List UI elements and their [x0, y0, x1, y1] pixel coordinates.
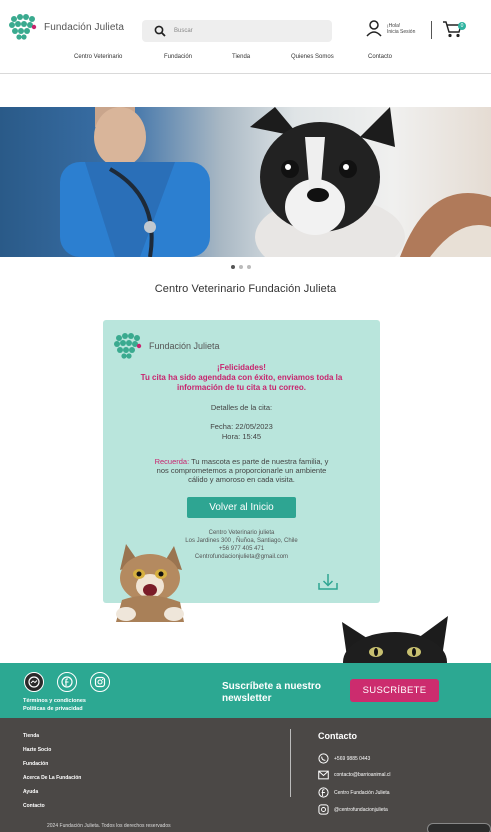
download-icon[interactable]: [317, 572, 339, 597]
instagram-icon: [318, 804, 329, 815]
page-title: Centro Veterinario Fundación Julieta: [154, 283, 337, 295]
main-nav: Centro Veterinario Fundación Tienda Quie…: [0, 54, 491, 66]
scroll-handle[interactable]: [427, 823, 491, 832]
hero-image: [60, 107, 491, 257]
newsletter-title-line-1: Suscríbete a nuestro: [222, 681, 321, 692]
footer-phone-text: +569 9885 0443: [334, 755, 371, 762]
terms-link[interactable]: Términos y condiciones: [23, 697, 86, 705]
carousel-dots: [231, 265, 251, 269]
mail-icon: [318, 770, 329, 780]
messenger-icon[interactable]: [24, 672, 44, 692]
user-account[interactable]: ¡Hola! Inicia Sesión: [366, 20, 415, 37]
footer-instagram[interactable]: @centrofundacionjulieta: [318, 804, 388, 815]
footer-links: Tienda Hazte Socio Fundación Acerca De L…: [23, 729, 81, 813]
paw-heart-logo-icon: [9, 14, 37, 40]
logo-text: Fundación Julieta: [44, 21, 125, 33]
card-logo: Fundación Julieta: [113, 332, 220, 360]
reminder-label: Recuerda:: [154, 457, 190, 466]
search-icon[interactable]: [154, 25, 166, 37]
search-input[interactable]: Buscar: [142, 20, 332, 42]
appointment-time: Hora: 15:45: [221, 432, 262, 441]
footer-link-fundacion[interactable]: Fundación: [23, 757, 81, 771]
newsletter-title: Suscríbete a nuestro newsletter: [222, 681, 321, 705]
footer-facebook[interactable]: Centro Fundación Julieta: [318, 787, 390, 798]
login-link[interactable]: Inicia Sesión: [387, 29, 415, 35]
reminder-line-2: nos comprometemos a proporcionarle un am…: [156, 466, 327, 475]
nav-item-centro-veterinario[interactable]: Centro Veterinario: [74, 54, 122, 60]
footer-link-ayuda[interactable]: Ayuda: [23, 785, 81, 799]
facebook-icon: [318, 787, 329, 798]
back-home-button[interactable]: Volver al Inicio: [187, 497, 296, 518]
header-divider: [431, 21, 432, 39]
footer-link-acerca[interactable]: Acerca De La Fundación: [23, 771, 81, 785]
appointment-date: Fecha: 22/05/2023: [210, 422, 273, 431]
reminder-line-1: Recuerda: Tu mascota es parte de nuestra…: [103, 457, 380, 466]
paw-heart-logo-icon: [114, 333, 142, 359]
nav-item-fundacion[interactable]: Fundación: [164, 54, 192, 60]
facebook-icon[interactable]: [57, 672, 77, 692]
site-header: Fundación Julieta Buscar ¡Hola! Inicia S…: [0, 0, 491, 74]
subscribe-button[interactable]: SUSCRÍBETE: [350, 679, 439, 702]
footer-email-text: contacto@barrioanimal.cl: [334, 772, 391, 778]
footer-email[interactable]: contacto@barrioanimal.cl: [318, 770, 391, 780]
details-label: Detalles de la cita:: [210, 403, 273, 412]
footer-link-contacto[interactable]: Contacto: [23, 799, 81, 813]
clinic-name: Centro Veterinario julieta: [208, 530, 275, 536]
nav-item-contacto[interactable]: Contacto: [368, 54, 392, 60]
privacy-link[interactable]: Políticas de privacidad: [23, 705, 86, 713]
whatsapp-icon: [318, 753, 329, 764]
copyright: 2024 Fundación Julieta. Todos los derech…: [47, 823, 171, 829]
footer-link-tienda[interactable]: Tienda: [23, 729, 81, 743]
carousel-dot-2[interactable]: [239, 265, 243, 269]
kitten-image: [116, 544, 184, 622]
legal-links: Términos y condiciones Políticas de priv…: [23, 697, 86, 713]
footer-instagram-text: @centrofundacionjulieta: [334, 806, 388, 813]
instagram-icon[interactable]: [90, 672, 110, 692]
carousel-dot-1[interactable]: [231, 265, 235, 269]
user-icon: [366, 20, 382, 37]
success-message-line-2: información de tu cita a tu correo.: [177, 383, 306, 392]
nav-item-tienda[interactable]: Tienda: [232, 54, 250, 60]
success-message-line-1: Tu cita ha sido agendada con éxito, envi…: [140, 373, 343, 382]
hero-banner: [0, 107, 491, 257]
nav-item-quienes-somos[interactable]: Quienes Somos: [291, 54, 334, 60]
social-links: [24, 672, 110, 692]
footer-link-hazte-socio[interactable]: Hazte Socio: [23, 743, 81, 757]
cart-count-badge: 0: [458, 22, 466, 30]
reminder-text-1: Tu mascota es parte de nuestra familia, …: [191, 457, 329, 466]
black-cat-image: [342, 616, 448, 664]
footer-facebook-text: Centro Fundación Julieta: [334, 789, 390, 796]
cart-button[interactable]: 0: [442, 19, 466, 44]
site-logo[interactable]: Fundación Julieta: [8, 13, 124, 41]
card-logo-text: Fundación Julieta: [149, 341, 220, 351]
footer-contact-title: Contacto: [318, 731, 357, 741]
congrats-heading: ¡Felicidades!: [217, 363, 266, 372]
search-placeholder: Buscar: [174, 28, 193, 34]
reminder-line-3: cálido y amoroso en cada visita.: [188, 475, 295, 484]
footer-phone[interactable]: +569 9885 0443: [318, 753, 370, 764]
newsletter-title-line-2: newsletter: [222, 693, 272, 704]
footer-divider: [290, 729, 291, 797]
carousel-dot-3[interactable]: [247, 265, 251, 269]
